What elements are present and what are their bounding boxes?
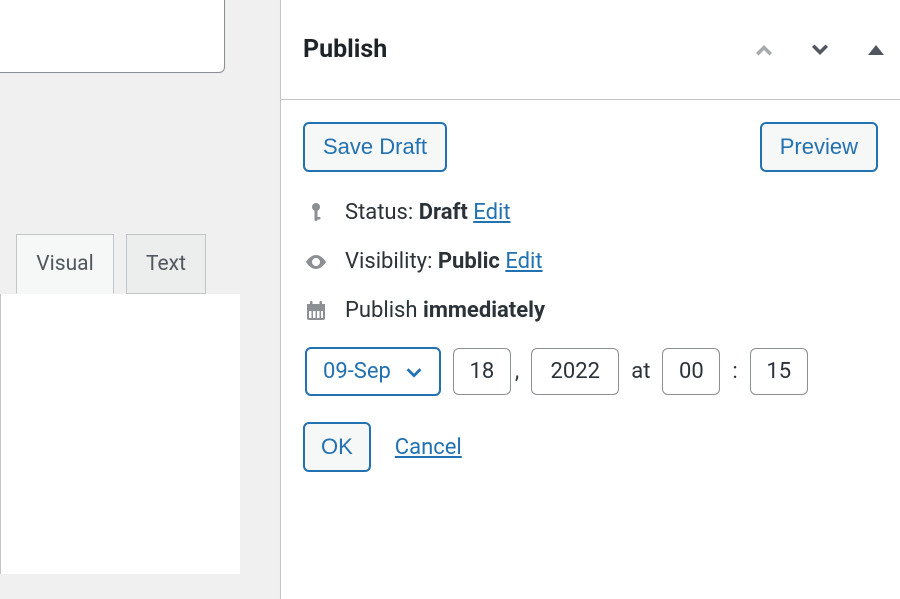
- month-value: 09-Sep: [323, 359, 391, 384]
- schedule-value: immediately: [423, 298, 545, 323]
- schedule-label: Publish: [345, 298, 418, 323]
- day-value: 18: [470, 359, 495, 384]
- cancel-link[interactable]: Cancel: [395, 435, 462, 460]
- year-input[interactable]: 2022: [531, 348, 619, 395]
- visibility-label: Visibility:: [345, 249, 432, 274]
- schedule-row: Publish immediately: [303, 298, 878, 323]
- month-select[interactable]: 09-Sep: [305, 347, 441, 396]
- tab-visual[interactable]: Visual: [16, 234, 114, 294]
- preview-label: Preview: [780, 134, 858, 159]
- calendar-icon: [303, 299, 329, 323]
- minute-value: 15: [766, 359, 791, 384]
- ok-label: OK: [321, 434, 353, 459]
- tab-text-label: Text: [146, 252, 186, 276]
- eye-icon: [303, 250, 329, 274]
- at-label: at: [631, 359, 650, 384]
- status-edit-link[interactable]: Edit: [473, 200, 510, 225]
- publish-header: Publish: [281, 0, 900, 100]
- editor-tabs: Visual Text: [16, 234, 220, 474]
- save-draft-label: Save Draft: [323, 134, 427, 159]
- move-up-icon[interactable]: [748, 34, 780, 66]
- time-colon: :: [732, 359, 737, 384]
- chevron-down-icon: [403, 361, 425, 383]
- comma: ,: [515, 359, 519, 384]
- year-value: 2022: [551, 359, 600, 384]
- minute-input[interactable]: 15: [750, 348, 808, 395]
- status-value: Draft: [419, 200, 468, 225]
- toggle-panel-icon[interactable]: [860, 34, 892, 66]
- hour-value: 00: [679, 359, 704, 384]
- ok-button[interactable]: OK: [303, 422, 371, 472]
- day-input[interactable]: 18: [453, 348, 511, 395]
- timestamp-editor: 09-Sep 18 , 2022 at 00 : 15: [303, 347, 878, 396]
- status-label: Status:: [345, 200, 413, 225]
- status-row: Status: Draft Edit: [303, 200, 878, 225]
- visibility-value: Public: [438, 249, 500, 274]
- visibility-row: Visibility: Public Edit: [303, 249, 878, 274]
- save-draft-button[interactable]: Save Draft: [303, 122, 447, 172]
- tab-text[interactable]: Text: [126, 234, 206, 294]
- preview-button[interactable]: Preview: [760, 122, 878, 172]
- publish-title: Publish: [303, 35, 387, 64]
- visibility-edit-link[interactable]: Edit: [505, 249, 542, 274]
- tab-visual-label: Visual: [36, 252, 93, 276]
- post-title-input[interactable]: [0, 0, 225, 73]
- publish-metabox: Publish Save Draft Preview: [280, 0, 900, 599]
- hour-input[interactable]: 00: [662, 348, 720, 395]
- timestamp-confirm-row: OK Cancel: [303, 422, 878, 472]
- key-icon: [303, 201, 329, 225]
- move-down-icon[interactable]: [804, 34, 836, 66]
